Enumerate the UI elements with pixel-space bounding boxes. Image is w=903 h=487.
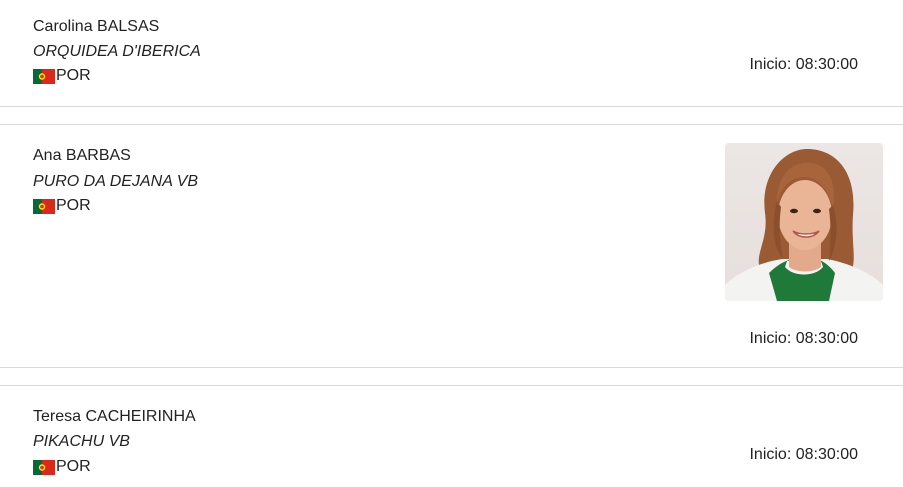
rider-name[interactable]: Carolina BALSAS <box>33 17 159 37</box>
start-time: Inicio: 08:30:00 <box>749 56 858 73</box>
start-time: Inicio: 08:30:00 <box>749 446 858 463</box>
start-list-entry[interactable]: Carolina BALSAS ORQUIDEA D'IBERICA POR I… <box>0 0 903 107</box>
portugal-flag-icon <box>33 68 55 84</box>
start-list-entry[interactable]: Teresa CACHEIRINHA PIKACHU VB POR Inicio… <box>0 385 903 487</box>
portugal-flag-icon <box>33 459 55 475</box>
rider-photo[interactable] <box>725 143 883 301</box>
nation: POR <box>33 196 91 216</box>
start-list-entry[interactable]: Ana BARBAS PURO DA DEJANA VB POR Inicio:… <box>0 124 903 368</box>
rider-name[interactable]: Teresa CACHEIRINHA <box>33 407 196 427</box>
nation-code: POR <box>56 458 91 475</box>
nation: POR <box>33 66 91 86</box>
nation-code: POR <box>56 67 91 84</box>
start-list: Carolina BALSAS ORQUIDEA D'IBERICA POR I… <box>0 0 903 487</box>
horse-name[interactable]: ORQUIDEA D'IBERICA <box>33 42 201 62</box>
horse-name[interactable]: PIKACHU VB <box>33 432 130 452</box>
portugal-flag-icon <box>33 198 55 214</box>
horse-name[interactable]: PURO DA DEJANA VB <box>33 172 198 192</box>
nation-code: POR <box>56 197 91 214</box>
nation: POR <box>33 457 91 477</box>
rider-name[interactable]: Ana BARBAS <box>33 146 131 166</box>
start-time: Inicio: 08:30:00 <box>749 330 858 347</box>
